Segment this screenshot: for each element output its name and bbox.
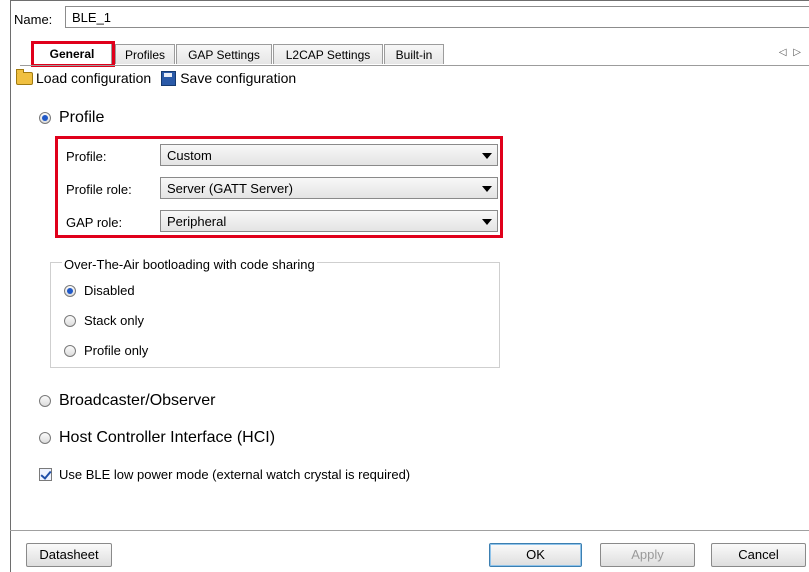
- save-configuration-button[interactable]: Save configuration: [161, 70, 296, 86]
- ota-option-label: Profile only: [84, 343, 149, 358]
- apply-button[interactable]: Apply: [600, 543, 695, 567]
- dropdown-arrow-icon: [482, 186, 492, 192]
- radio-ota-profile-only[interactable]: [64, 344, 76, 357]
- profile-role-select-value: Server (GATT Server): [167, 181, 293, 196]
- low-power-checkbox-row[interactable]: Use BLE low power mode (external watch c…: [39, 467, 410, 482]
- mode-broadcaster-label: Broadcaster/Observer: [59, 392, 216, 409]
- ok-button[interactable]: OK: [489, 543, 582, 567]
- mode-profile-radio[interactable]: Profile: [39, 109, 104, 127]
- radio-ota-stack-only[interactable]: [64, 314, 76, 327]
- footer-divider: [10, 530, 809, 531]
- name-input[interactable]: [65, 6, 809, 28]
- gap-role-select[interactable]: Peripheral: [160, 210, 498, 232]
- dropdown-arrow-icon: [482, 153, 492, 159]
- gap-role-field-label: GAP role:: [66, 215, 123, 230]
- tab-built-in[interactable]: Built-in: [384, 44, 444, 64]
- mode-profile-label: Profile: [59, 109, 105, 126]
- tab-profiles[interactable]: Profiles: [115, 44, 175, 64]
- mode-broadcaster-radio[interactable]: Broadcaster/Observer: [39, 392, 216, 410]
- radio-ota-disabled[interactable]: [64, 284, 76, 297]
- mode-hci-radio[interactable]: Host Controller Interface (HCI): [39, 429, 275, 447]
- profile-select[interactable]: Custom: [160, 144, 498, 166]
- ota-option-label: Disabled: [84, 283, 135, 298]
- folder-open-icon: [16, 68, 33, 85]
- radio-broadcaster[interactable]: [39, 395, 51, 407]
- mode-hci-label: Host Controller Interface (HCI): [59, 429, 276, 446]
- name-label: Name:: [14, 12, 53, 27]
- radio-hci[interactable]: [39, 432, 51, 444]
- tab-general[interactable]: General: [32, 43, 112, 65]
- profile-role-select[interactable]: Server (GATT Server): [160, 177, 498, 199]
- profile-role-field-label: Profile role:: [66, 182, 132, 197]
- datasheet-button[interactable]: Datasheet: [26, 543, 112, 567]
- cancel-button[interactable]: Cancel: [711, 543, 806, 567]
- ota-option-profile-only[interactable]: Profile only: [64, 343, 148, 358]
- toolbar: Load configuration Save configuration: [16, 68, 306, 86]
- tab-baseline: [20, 65, 809, 66]
- load-configuration-label: Load configuration: [36, 70, 152, 86]
- ota-group-title: Over-The-Air bootloading with code shari…: [62, 257, 317, 272]
- load-configuration-button[interactable]: Load configuration: [16, 68, 152, 86]
- ota-option-label: Stack only: [84, 313, 144, 328]
- radio-profile[interactable]: [39, 112, 51, 124]
- gap-role-select-value: Peripheral: [167, 214, 227, 229]
- low-power-label: Use BLE low power mode (external watch c…: [59, 467, 411, 482]
- tab-scroll-arrows-icon[interactable]: ◁ ▷: [779, 47, 803, 58]
- ota-option-stack-only[interactable]: Stack only: [64, 313, 144, 328]
- floppy-disk-icon: [161, 70, 177, 86]
- profile-field-label: Profile:: [66, 149, 107, 164]
- save-configuration-label: Save configuration: [180, 70, 297, 86]
- dropdown-arrow-icon: [482, 219, 492, 225]
- ota-option-disabled[interactable]: Disabled: [64, 283, 135, 298]
- tab-gap-settings[interactable]: GAP Settings: [176, 44, 272, 64]
- profile-select-value: Custom: [167, 148, 212, 163]
- tab-l2cap-settings[interactable]: L2CAP Settings: [273, 44, 383, 64]
- low-power-checkbox[interactable]: [39, 468, 52, 481]
